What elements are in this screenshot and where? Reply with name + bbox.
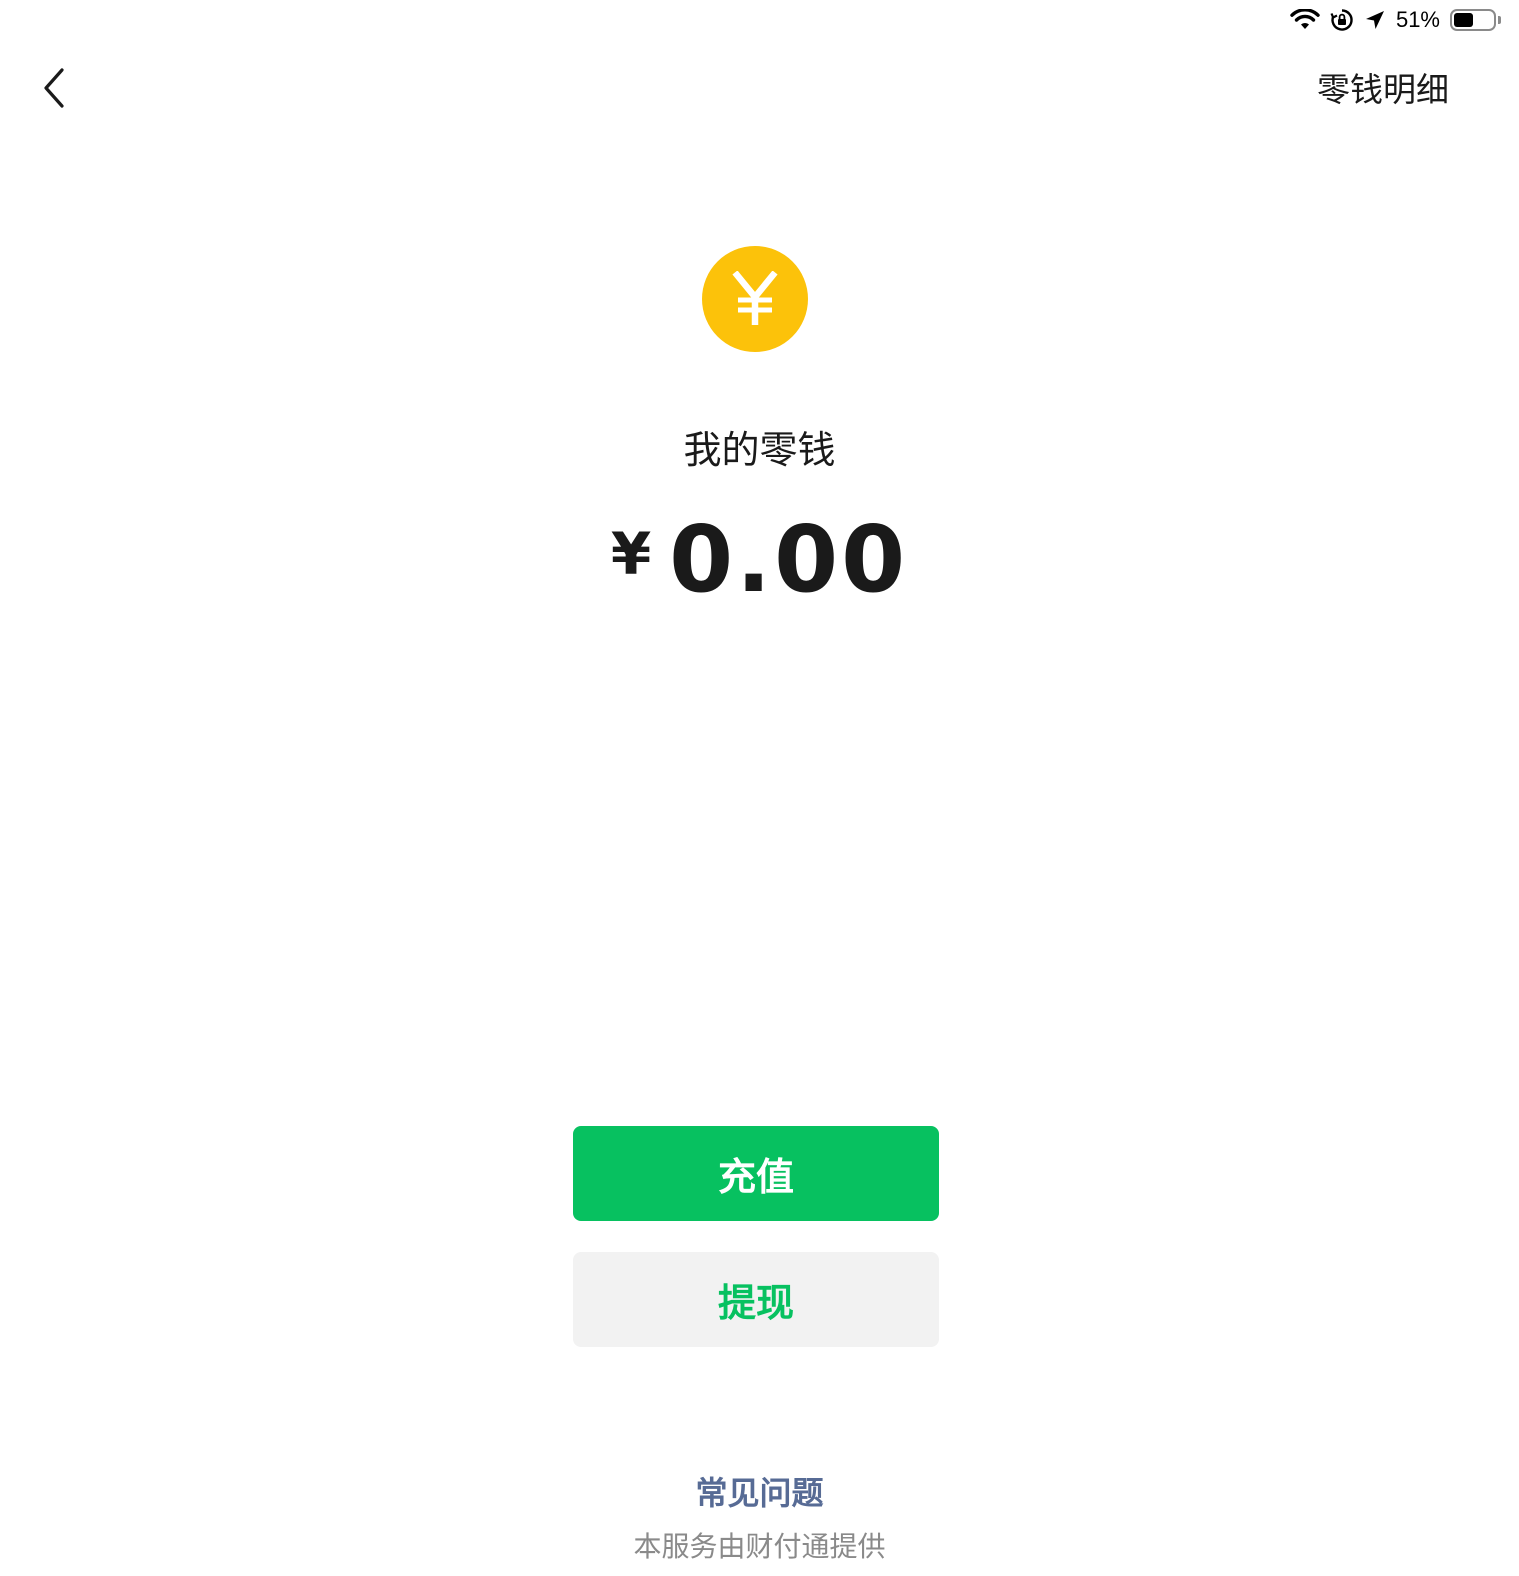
recharge-button[interactable]: 充值	[573, 1126, 939, 1221]
balance-title: 我的零钱	[683, 428, 836, 472]
chevron-left-icon	[42, 67, 66, 113]
faq-link[interactable]: 常见问题	[0, 1470, 1519, 1516]
battery-level	[1454, 13, 1474, 27]
balance-display: ¥ 0.00	[0, 508, 1519, 612]
balance-amount: 0.00	[669, 506, 909, 613]
back-button[interactable]	[32, 66, 76, 114]
yuan-coin-icon	[702, 246, 808, 352]
rotation-lock-icon	[1330, 8, 1354, 32]
status-bar: 51%	[1290, 0, 1501, 40]
currency-symbol: ¥	[610, 520, 652, 588]
battery-percent: 51%	[1395, 7, 1440, 32]
service-provider-note: 本服务由财付通提供	[633, 1530, 886, 1563]
location-arrow-icon	[1364, 9, 1386, 31]
withdraw-button[interactable]: 提现	[573, 1252, 939, 1347]
wallet-details-link[interactable]: 零钱明细	[1317, 68, 1449, 112]
battery-icon	[1450, 9, 1501, 31]
wifi-icon	[1290, 9, 1320, 31]
